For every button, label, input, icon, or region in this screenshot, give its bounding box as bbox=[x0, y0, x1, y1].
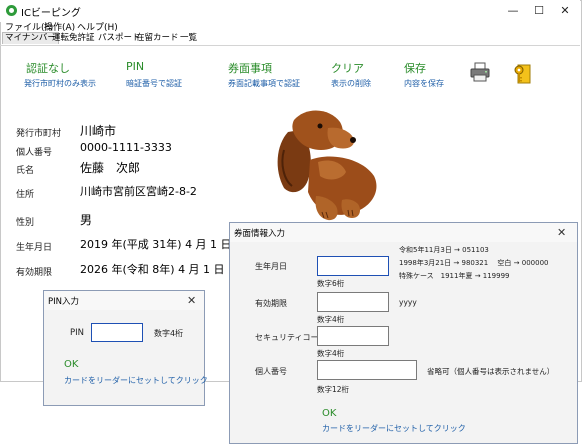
format-note-1: 令和5年11月3日 → 051103 bbox=[399, 246, 489, 254]
no-auth-description[interactable]: 発行市町村のみ表示 bbox=[24, 78, 96, 89]
security-code-label: セキュリティコード bbox=[255, 333, 327, 342]
format-note-3: 特殊ケース 1911年夏 → 119999 bbox=[399, 272, 510, 280]
card-dialog-close-button[interactable]: ✕ bbox=[557, 226, 566, 239]
expiry-label: 有効期限 bbox=[16, 268, 53, 278]
pin-dialog-close-button[interactable]: ✕ bbox=[187, 294, 196, 307]
pin-button[interactable]: PIN bbox=[126, 60, 144, 73]
address-value: 川崎市宮前区宮崎2-8-2 bbox=[80, 185, 197, 198]
personal-number-input[interactable] bbox=[317, 360, 417, 380]
maximize-button[interactable]: ☐ bbox=[528, 3, 550, 19]
gender-value: 男 bbox=[80, 213, 93, 227]
format-note-2: 1998年3月21日 → 980321 空白 → 000000 bbox=[399, 259, 549, 267]
expiry-format: yyyy bbox=[399, 298, 417, 307]
birthdate-label: 生年月日 bbox=[16, 243, 53, 253]
gender-label: 性別 bbox=[16, 218, 35, 228]
pin-label: PIN bbox=[70, 328, 84, 338]
tab-list[interactable]: 一覧 bbox=[180, 33, 197, 44]
name-value: 佐藤 次郎 bbox=[80, 161, 141, 175]
pin-dialog-title-bar: PIN入力 ✕ bbox=[44, 291, 204, 310]
birthdate-input-label: 生年月日 bbox=[255, 262, 287, 271]
save-button[interactable]: 保存 bbox=[404, 60, 426, 76]
card-dialog-title: 券面情報入力 bbox=[234, 229, 286, 239]
issuer-label: 発行市町村 bbox=[16, 129, 62, 139]
personal-number-input-hint: 数字12桁 bbox=[317, 385, 350, 394]
window-title: ICビーピング bbox=[21, 8, 81, 19]
personal-number-label: 個人番号 bbox=[16, 148, 53, 158]
close-button[interactable]: ✕ bbox=[554, 3, 576, 19]
personal-number-input-label: 個人番号 bbox=[255, 367, 287, 376]
pin-dialog-title: PIN入力 bbox=[48, 297, 79, 307]
expiry-input-label: 有効期限 bbox=[255, 299, 287, 308]
tab-residence-card[interactable]: 在留カード bbox=[136, 33, 179, 44]
security-code-hint: 数字4桁 bbox=[317, 349, 345, 358]
key-icon[interactable] bbox=[513, 64, 531, 84]
tab-drivers-license[interactable]: 運転免許証 bbox=[52, 33, 95, 44]
expiry-input[interactable] bbox=[317, 292, 389, 312]
card-ok-button[interactable]: OK bbox=[322, 408, 336, 419]
printer-icon[interactable] bbox=[470, 62, 490, 82]
address-label: 住所 bbox=[16, 190, 35, 200]
minimize-button[interactable]: — bbox=[502, 3, 524, 19]
personal-number-optional-note: 省略可（個人番号は表示されません） bbox=[427, 367, 555, 376]
tab-passport[interactable]: パスポート bbox=[98, 33, 141, 44]
clear-button[interactable]: クリア bbox=[331, 60, 364, 76]
expiry-input-hint: 数字4桁 bbox=[317, 315, 345, 324]
pin-ok-button[interactable]: OK bbox=[64, 359, 78, 370]
card-read-card-link[interactable]: カードをリーダーにセットしてクリック bbox=[322, 423, 466, 434]
card-face-description[interactable]: 券面記載事項で認証 bbox=[228, 78, 300, 89]
menu-help[interactable]: ヘルプ(H) bbox=[77, 20, 118, 33]
pin-hint: 数字4桁 bbox=[154, 329, 184, 338]
expiry-value: 2026 年(令和 8年) 4 月 1 日 bbox=[80, 263, 225, 276]
pin-dialog: PIN入力 ✕ PIN 数字4桁 OK カードをリーダーにセットしてクリック bbox=[43, 290, 208, 406]
app-icon bbox=[6, 5, 17, 16]
clear-description[interactable]: 表示の削除 bbox=[331, 78, 371, 89]
birthdate-value: 2019 年(平成 31年) 4 月 1 日 bbox=[80, 238, 232, 251]
card-dialog-title-bar: 券面情報入力 ✕ bbox=[230, 223, 577, 242]
birthdate-input[interactable] bbox=[317, 256, 389, 276]
no-auth-button[interactable]: 認証なし bbox=[26, 60, 70, 76]
title-bar: ICビーピング — ☐ ✕ bbox=[0, 0, 580, 22]
card-info-dialog: 券面情報入力 ✕ 令和5年11月3日 → 051103 1998年3月21日 →… bbox=[229, 222, 578, 444]
pin-input[interactable] bbox=[91, 323, 143, 342]
issuer-value: 川崎市 bbox=[80, 124, 117, 138]
personal-number-value: 0000-1111-3333 bbox=[80, 141, 172, 154]
face-photo bbox=[277, 110, 377, 221]
security-code-input[interactable] bbox=[317, 326, 389, 346]
name-label: 氏名 bbox=[16, 166, 35, 176]
save-description[interactable]: 内容を保存 bbox=[404, 78, 444, 89]
pin-read-card-link[interactable]: カードをリーダーにセットしてクリック bbox=[64, 375, 208, 386]
birthdate-input-hint: 数字6桁 bbox=[317, 279, 345, 288]
card-face-button[interactable]: 券面事項 bbox=[228, 60, 272, 76]
pin-description[interactable]: 暗証番号で認証 bbox=[126, 78, 182, 89]
tab-mynumber[interactable]: マイナンバー bbox=[2, 32, 59, 44]
tab-bar: マイナンバー 運転免許証 パスポート 在留カード 一覧 bbox=[0, 32, 580, 46]
